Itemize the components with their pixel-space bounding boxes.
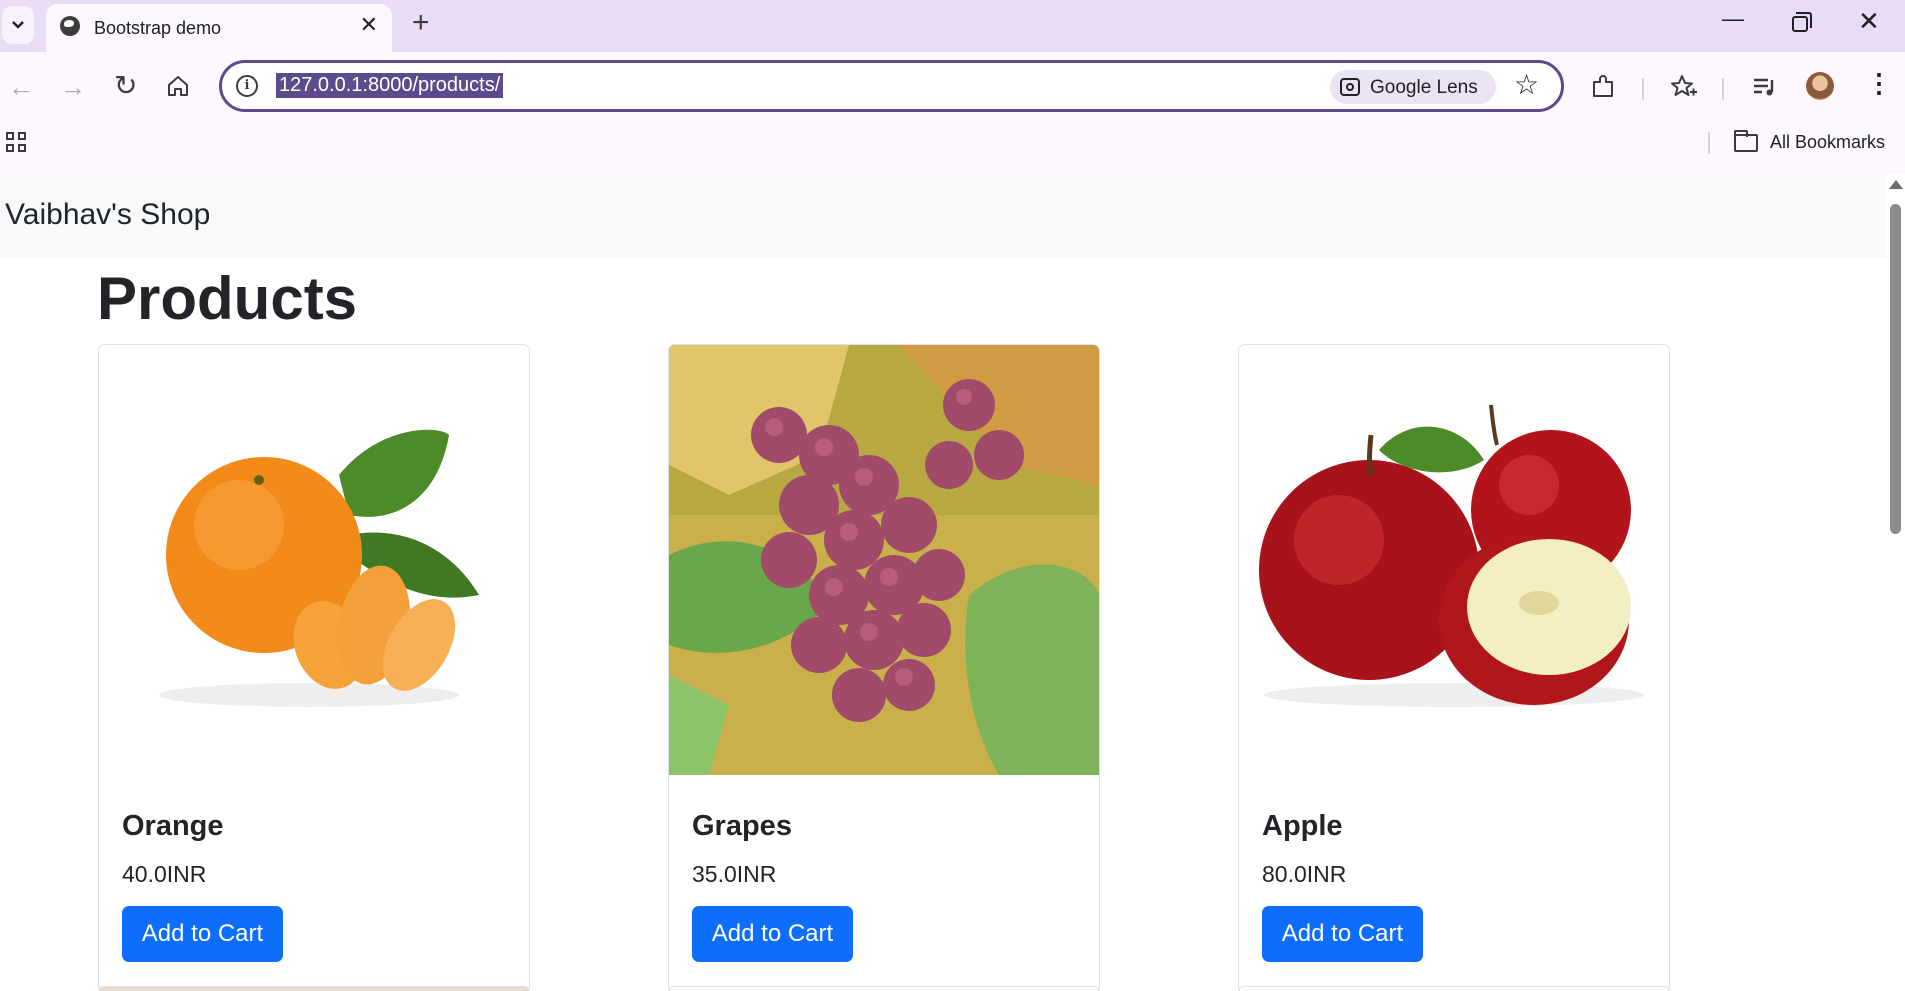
product-card: Orange 40.0INR Add to Cart (98, 344, 530, 991)
info-icon[interactable]: i (236, 75, 258, 97)
page-content: Vaibhav's Shop Products Orange 40.0INR A… (0, 174, 1886, 991)
product-price: 35.0INR (692, 861, 777, 887)
page-title: Products (97, 265, 358, 332)
home-icon[interactable] (166, 74, 190, 102)
bookmark-divider (1708, 132, 1710, 154)
all-bookmarks-button[interactable]: All Bookmarks (1770, 132, 1885, 153)
lens-label: Google Lens (1370, 77, 1478, 98)
google-lens-button[interactable]: Google Lens (1330, 70, 1496, 104)
address-bar[interactable]: i 127.0.0.1:8000/products/ Google Lens ☆ (219, 60, 1564, 112)
bookmarks-star-icon[interactable] (1670, 74, 1698, 104)
tab-strip: Bootstrap demo ✕ + — ✕ (0, 0, 1905, 52)
product-price: 40.0INR (122, 861, 207, 887)
product-card-next (668, 986, 1100, 991)
toolbar-divider (1722, 78, 1724, 100)
star-icon[interactable]: ☆ (1514, 71, 1539, 99)
tab-active[interactable]: Bootstrap demo ✕ (46, 4, 392, 52)
folder-icon (1734, 130, 1758, 152)
product-name: Orange (122, 810, 224, 842)
globe-icon (60, 16, 80, 36)
product-image-grapes (669, 345, 1099, 775)
apps-grid-icon[interactable] (6, 132, 28, 154)
url-text[interactable]: 127.0.0.1:8000/products/ (276, 73, 504, 98)
product-name: Grapes (692, 810, 792, 842)
scroll-thumb[interactable] (1890, 204, 1901, 534)
chevron-down-icon (12, 21, 24, 29)
product-card: Grapes 35.0INR Add to Cart (668, 344, 1100, 991)
reload-icon[interactable]: ↻ (114, 72, 137, 100)
plus-icon[interactable]: + (412, 8, 430, 38)
scroll-up-arrow-icon[interactable] (1889, 180, 1903, 189)
product-card-next (98, 986, 530, 991)
window-close-icon[interactable]: ✕ (1858, 8, 1880, 34)
tab-title: Bootstrap demo (94, 18, 222, 38)
product-card: Apple 80.0INR Add to Cart (1238, 344, 1670, 991)
minimize-icon[interactable]: — (1722, 8, 1744, 30)
avatar[interactable] (1806, 72, 1834, 100)
browser-toolbar: ← → ↻ i 127.0.0.1:8000/products/ Google … (0, 52, 1905, 174)
media-icon[interactable] (1752, 76, 1778, 102)
close-icon[interactable]: ✕ (360, 14, 378, 36)
more-menu-icon[interactable]: ⋮ (1866, 70, 1892, 96)
restore-icon[interactable] (1792, 12, 1812, 32)
add-to-cart-button[interactable]: Add to Cart (692, 906, 853, 962)
product-image-orange (99, 345, 529, 775)
navbar-brand[interactable]: Vaibhav's Shop (5, 198, 210, 232)
product-name: Apple (1262, 810, 1343, 842)
navbar: Vaibhav's Shop (0, 174, 1886, 258)
add-to-cart-button[interactable]: Add to Cart (1262, 906, 1423, 962)
forward-arrow-icon[interactable]: → (60, 74, 86, 100)
product-card-next (1238, 986, 1670, 991)
scrollbar[interactable] (1886, 174, 1905, 991)
extensions-icon[interactable] (1590, 74, 1616, 104)
back-arrow-icon[interactable]: ← (8, 74, 34, 100)
add-to-cart-button[interactable]: Add to Cart (122, 906, 283, 962)
tab-list-button[interactable] (2, 6, 34, 44)
product-price: 80.0INR (1262, 861, 1347, 887)
product-image-apple (1239, 345, 1669, 775)
lens-icon (1340, 78, 1360, 96)
toolbar-divider (1642, 78, 1644, 100)
